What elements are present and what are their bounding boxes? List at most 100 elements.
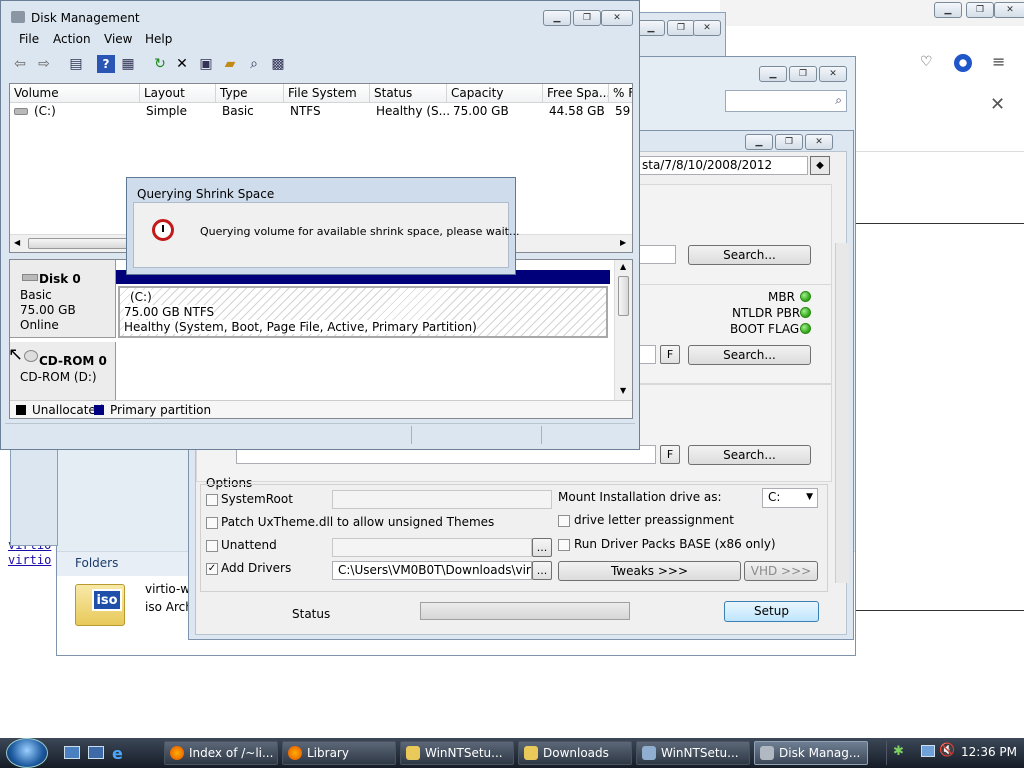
menu-action[interactable]: Action (53, 29, 91, 49)
network-icon[interactable] (921, 745, 935, 757)
show-desktop-icon[interactable] (64, 746, 80, 759)
scroll-thumb[interactable] (28, 238, 138, 249)
settings-icon[interactable]: ▩ (269, 55, 287, 73)
scroll-down-icon[interactable]: ▼ (620, 386, 626, 395)
scroll-thumb[interactable] (618, 276, 629, 316)
minimize-button[interactable]: ▁ (543, 10, 571, 26)
table-row[interactable]: (C:) Simple Basic NTFS Healthy (S... 75.… (10, 103, 632, 121)
menu-icon[interactable]: ≡ (992, 52, 1005, 71)
bg-maximize-button[interactable]: ❐ (667, 20, 695, 36)
menu-help[interactable]: Help (145, 29, 172, 49)
close-button[interactable]: ✕ (601, 10, 633, 26)
add-drivers-field[interactable]: C:\Users\VM0B0T\Downloads\virtio (332, 561, 532, 580)
menu-file[interactable]: File (19, 29, 39, 49)
account-icon[interactable] (954, 54, 972, 72)
scroll-left-icon[interactable]: ◀ (14, 238, 20, 247)
open-icon[interactable]: ▰ (221, 55, 239, 73)
unattend-checkbox[interactable] (206, 540, 218, 552)
folders-header[interactable]: Folders (57, 552, 193, 576)
taskbar-item-winntsetup-app[interactable]: WinNTSetu... (636, 741, 750, 765)
winnt-minimize-button[interactable]: ▁ (745, 134, 773, 150)
properties-sheet-icon[interactable]: ▣ (197, 55, 215, 73)
taskbar-item-disk-management[interactable]: Disk Manag... (754, 741, 868, 765)
taskbar-item-downloads[interactable]: Downloads (518, 741, 632, 765)
scroll-right-icon[interactable]: ▶ (620, 238, 626, 247)
browser-close-button[interactable]: ✕ (994, 2, 1024, 18)
dropdown-icon[interactable]: ◆ (810, 156, 830, 175)
source-path-field[interactable]: sta/7/8/10/2008/2012 (636, 156, 808, 175)
run-driver-checkbox[interactable] (558, 539, 570, 551)
taskbar-item-label: Library (307, 746, 349, 760)
winnt-close-button[interactable]: ✕ (805, 134, 833, 150)
refresh-icon[interactable]: ↻ (151, 55, 169, 73)
search-button[interactable]: Search... (688, 245, 811, 265)
systemroot-field[interactable] (332, 490, 552, 509)
add-drivers-browse-button[interactable]: ... (532, 561, 552, 580)
partition-c[interactable]: (C:) 75.00 GB NTFS Healthy (System, Boot… (118, 286, 608, 338)
boot-f-button[interactable]: F (660, 345, 680, 364)
bg-close-button[interactable]: ✕ (693, 20, 721, 36)
source-field[interactable] (636, 245, 676, 264)
status-progress-bar (420, 602, 630, 620)
winnt-scrollbar[interactable] (835, 243, 849, 583)
unattend-browse-button[interactable]: ... (532, 538, 552, 557)
col-percent-free[interactable]: % F (609, 84, 632, 103)
properties-icon[interactable]: ▦ (119, 55, 137, 73)
browser-maximize-button[interactable]: ❐ (966, 2, 994, 18)
mount-drive-select[interactable]: C: ▼ (762, 488, 818, 508)
unattend-field[interactable] (332, 538, 532, 557)
vhd-button[interactable]: VHD >>> (744, 561, 818, 581)
explorer-minimize-button[interactable]: ▁ (759, 66, 787, 82)
scroll-up-icon[interactable]: ▲ (620, 262, 626, 271)
help-icon[interactable]: ? (97, 55, 115, 73)
col-volume[interactable]: Volume (10, 84, 140, 103)
vertical-scrollbar[interactable]: ▲ ▼ (614, 260, 632, 400)
add-drivers-checkbox[interactable]: ✓ (206, 563, 218, 575)
browser-minimize-button[interactable]: ▁ (934, 2, 962, 18)
show-hide-console-icon[interactable]: ▤ (67, 55, 85, 73)
desktop-link[interactable]: virtio (8, 553, 51, 567)
explorer-maximize-button[interactable]: ❐ (789, 66, 817, 82)
disk0-info[interactable]: Disk 0 Basic 75.00 GB Online (10, 260, 116, 338)
volume-muted-icon[interactable]: 🔇 (939, 743, 955, 758)
back-icon[interactable]: ⇦ (11, 55, 29, 73)
iso-file-icon[interactable]: iso (75, 584, 125, 626)
patch-checkbox[interactable] (206, 517, 218, 529)
cdrom-info[interactable]: CD-ROM 0 CD-ROM (D:) (10, 342, 116, 400)
forward-icon[interactable]: ⇨ (35, 55, 53, 73)
search-button[interactable]: Search... (688, 345, 811, 365)
explorer-close-button[interactable]: ✕ (819, 66, 847, 82)
explorer-search-box[interactable]: ⌕ (725, 90, 847, 112)
taskbar-item-library[interactable]: Library (282, 741, 396, 765)
maximize-button[interactable]: ❐ (573, 10, 601, 26)
ie-icon[interactable]: e (112, 744, 123, 763)
winnt-maximize-button[interactable]: ❐ (775, 134, 803, 150)
clock[interactable]: 12:36 PM (961, 745, 1017, 759)
col-capacity[interactable]: Capacity (447, 84, 543, 103)
dialog-body: Querying volume for available shrink spa… (133, 202, 519, 268)
systemroot-checkbox[interactable] (206, 494, 218, 506)
search-button[interactable]: Search... (688, 445, 811, 465)
cell-status: Healthy (S... (376, 104, 451, 118)
setup-button[interactable]: Setup (724, 601, 819, 622)
file-name[interactable]: virtio-w (145, 582, 190, 596)
tweaks-button[interactable]: Tweaks >>> (558, 561, 741, 581)
search-icon[interactable]: ⌕ (245, 55, 263, 73)
taskbar-item-winntsetup[interactable]: WinNTSetu... (400, 741, 514, 765)
col-layout[interactable]: Layout (140, 84, 216, 103)
drive-letter-checkbox[interactable] (558, 515, 570, 527)
pocket-icon[interactable]: ♡ (920, 54, 933, 70)
tray-app-icon[interactable]: ✱ (893, 744, 904, 759)
col-status[interactable]: Status (370, 84, 447, 103)
delete-icon[interactable]: ✕ (173, 55, 191, 73)
taskbar-item-index[interactable]: Index of /~li... (164, 741, 278, 765)
col-free-space[interactable]: Free Spa... (543, 84, 609, 103)
disk-management-icon (760, 746, 774, 760)
menu-view[interactable]: View (104, 29, 132, 49)
install-f-button[interactable]: F (660, 445, 680, 464)
start-button[interactable] (6, 738, 48, 768)
col-type[interactable]: Type (216, 84, 284, 103)
switch-windows-icon[interactable] (88, 746, 104, 759)
col-file-system[interactable]: File System (284, 84, 370, 103)
bg-minimize-button[interactable]: ▁ (637, 20, 665, 36)
